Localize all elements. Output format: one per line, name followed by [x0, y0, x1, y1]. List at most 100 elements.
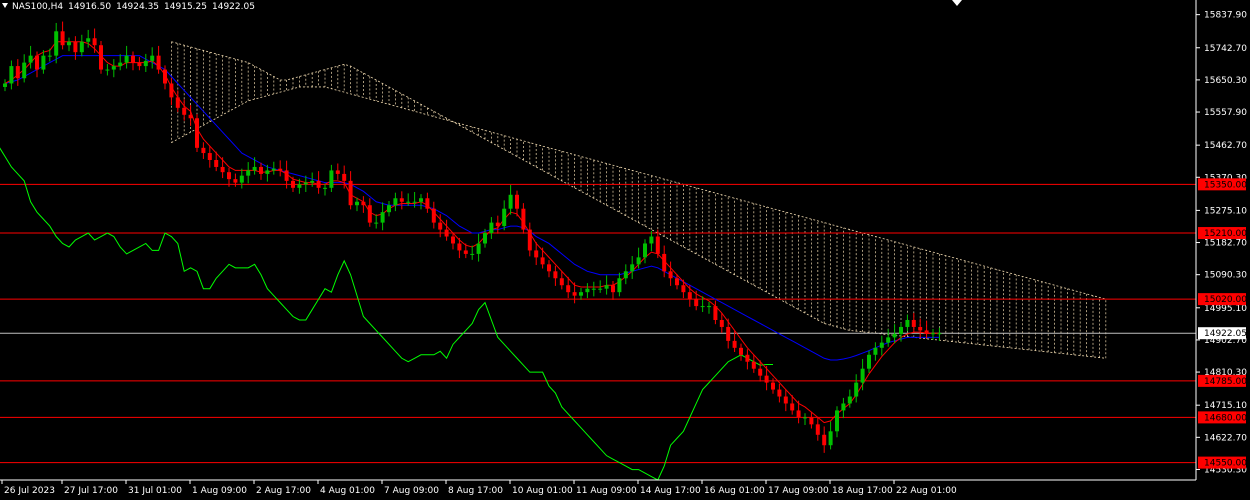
time-tick-label: 11 Aug 09:00	[576, 486, 637, 496]
candle-body	[662, 253, 667, 272]
candle-body	[911, 320, 916, 327]
candle-body	[822, 434, 827, 446]
candle-body	[425, 198, 430, 209]
price-chart[interactable]: 15837.90 15742.70 15650.30 15557.90 15462.70…	[0, 0, 1250, 500]
candle-body	[899, 326, 903, 334]
candle-body	[150, 55, 155, 61]
candle-body	[694, 299, 699, 307]
candle-body	[764, 375, 769, 383]
candle-body	[233, 179, 238, 183]
price-tick-label: 15182.70	[1204, 239, 1247, 249]
candle-body	[566, 285, 571, 293]
time-tick-label: 22 Aug 01:00	[896, 486, 957, 496]
candle-body	[41, 55, 46, 70]
price-tick-label: 15090.30	[1204, 271, 1247, 281]
candle-body	[393, 198, 398, 206]
candle-body	[252, 166, 257, 171]
candle-body	[713, 306, 718, 320]
candle-body	[431, 208, 436, 223]
candle-body	[643, 243, 647, 258]
candle-body	[803, 417, 807, 419]
candle-body	[758, 368, 763, 376]
candle-body	[553, 271, 558, 279]
candle-body	[265, 170, 270, 174]
candle-body	[412, 201, 417, 203]
time-tick-label: 1 Aug 09:00	[192, 486, 247, 496]
candle-body	[246, 170, 251, 176]
candle-body	[918, 326, 923, 331]
candle-body	[828, 431, 833, 446]
price-tick-label: 15557.90	[1204, 108, 1247, 118]
candle-body	[630, 264, 635, 272]
candle-body	[22, 62, 27, 79]
candle-body	[284, 170, 289, 181]
candle-body	[60, 31, 65, 46]
price-tick-label: 15837.90	[1204, 11, 1247, 21]
candle-body	[348, 180, 353, 206]
time-tick-label: 10 Aug 01:00	[512, 486, 573, 496]
candle-body	[291, 180, 295, 188]
candle-body	[675, 278, 679, 286]
candle-body	[547, 264, 551, 272]
time-tick-label: 4 Aug 01:00	[320, 486, 375, 496]
time-tick-label: 7 Aug 09:00	[384, 486, 439, 496]
candle-body	[220, 166, 225, 173]
price-tick-label: 15650.30	[1204, 76, 1247, 86]
candle-body	[751, 361, 756, 369]
candle-body	[835, 410, 839, 432]
current-price-label: 14922.05	[1204, 329, 1247, 339]
candle-body	[726, 326, 731, 341]
candle-body	[278, 168, 283, 171]
candle-body	[790, 403, 795, 411]
candle-body	[598, 288, 603, 290]
candle-body	[67, 41, 71, 46]
price-tick-label: 14995.10	[1204, 304, 1247, 314]
candle-body	[387, 205, 391, 213]
time-tick-label: 8 Aug 17:00	[448, 486, 503, 496]
candle-body	[489, 222, 494, 234]
candle-body	[303, 182, 308, 185]
candle-body	[182, 107, 187, 115]
candle-body	[342, 173, 347, 181]
candle-body	[15, 66, 20, 79]
candle-body	[271, 168, 276, 171]
candle-body	[617, 278, 622, 293]
candle-body	[111, 66, 116, 70]
candle-body	[105, 69, 110, 71]
candle-body	[521, 208, 526, 230]
candle-body	[668, 271, 673, 279]
candle-body	[335, 170, 340, 174]
candle-body	[591, 288, 596, 290]
chart-window[interactable]: NAS100,H4 14916.50 14924.35 14915.25 14922.0…	[0, 0, 1250, 500]
candle-body	[367, 205, 372, 223]
time-tick-label: 2 Aug 17:00	[256, 486, 311, 496]
price-tick-label: 14622.70	[1204, 433, 1247, 443]
candle-body	[585, 288, 590, 293]
price-tick-label: 15275.10	[1204, 206, 1247, 216]
tenkan-sen-line	[4, 41, 940, 424]
candle-body	[355, 201, 359, 206]
candle-body	[214, 160, 219, 167]
candle-body	[860, 368, 865, 383]
candle-body	[681, 285, 686, 293]
candle-body	[515, 194, 519, 209]
candle-body	[9, 66, 14, 84]
candle-body	[259, 166, 263, 174]
time-tick-label: 14 Aug 17:00	[640, 486, 701, 496]
candle-body	[931, 333, 935, 335]
candle-body	[873, 347, 878, 355]
level-price-label: 14550.00	[1204, 459, 1247, 469]
time-tick-label: 27 Jul 17:00	[64, 486, 118, 496]
candle-body	[732, 340, 737, 348]
candle-body	[169, 83, 174, 98]
candle-body	[636, 257, 641, 265]
candle-body	[847, 396, 852, 404]
candle-body	[380, 212, 385, 223]
candle-body	[227, 172, 231, 180]
candle-body	[508, 194, 513, 209]
chikou-span-line	[0, 147, 773, 481]
candle-body	[540, 257, 545, 265]
candle-body	[201, 147, 206, 154]
candle-body	[886, 337, 891, 343]
candle-body	[175, 97, 180, 108]
